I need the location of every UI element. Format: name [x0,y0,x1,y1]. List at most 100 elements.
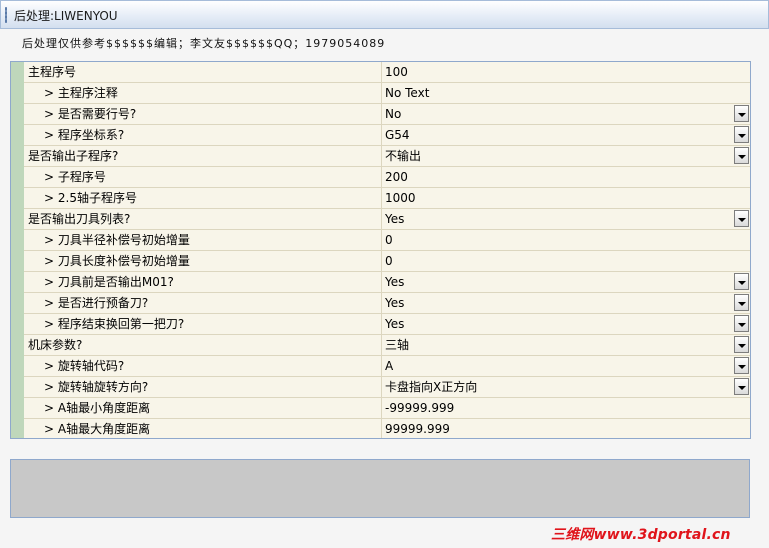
drag-grip-icon[interactable] [5,7,7,23]
row-gutter [11,146,24,167]
property-name-cell[interactable]: 机床参数? [24,335,382,355]
property-value: 0 [385,233,393,247]
property-name-cell[interactable]: > 是否需要行号? [24,104,382,124]
property-name: 机床参数? [28,338,83,352]
property-value-select[interactable]: Yes [382,209,750,229]
property-row[interactable]: > 2.5轴子程序号 1000 [11,188,750,209]
property-value: 1000 [385,191,416,205]
property-name-cell[interactable]: > 刀具半径补偿号初始增量 [24,230,382,250]
property-value-input[interactable]: -99999.999 [382,398,750,418]
property-name: > 旋转轴旋转方向? [44,380,149,394]
property-row[interactable]: > 主程序注释 No Text [11,83,750,104]
row-gutter [11,377,24,398]
property-value: 100 [385,65,408,79]
property-row[interactable]: > 刀具半径补偿号初始增量 0 [11,230,750,251]
property-row[interactable]: > 刀具前是否输出M01? Yes [11,272,750,293]
row-gutter [11,230,24,251]
property-name: > A轴最小角度距离 [44,401,151,415]
property-name: > 2.5轴子程序号 [44,191,137,205]
property-name-cell[interactable]: > A轴最小角度距离 [24,398,382,418]
property-name: 主程序号 [28,65,77,79]
dropdown-arrow-icon[interactable] [734,336,749,353]
watermark: 三维网www.3dportal.cn [551,527,731,543]
property-row[interactable]: > 旋转轴代码? A [11,356,750,377]
property-name-cell[interactable]: > 旋转轴旋转方向? [24,377,382,397]
property-row[interactable]: > 旋转轴旋转方向? 卡盘指向X正方向 [11,377,750,398]
dropdown-arrow-icon[interactable] [734,273,749,290]
property-name-cell[interactable]: 主程序号 [24,62,382,82]
property-value-select[interactable]: 卡盘指向X正方向 [382,377,750,397]
row-gutter [11,104,24,125]
property-value-input[interactable]: 200 [382,167,750,187]
dropdown-arrow-icon[interactable] [734,294,749,311]
property-value-input[interactable]: 0 [382,251,750,271]
property-value: Yes [385,275,405,289]
property-row[interactable]: 是否输出子程序? 不输出 [11,146,750,167]
row-gutter [11,251,24,272]
row-gutter [11,293,24,314]
header-note: 后处理仅供参考$$$$$$编辑；李文友$$$$$$QQ；1979054089 [22,37,386,50]
row-gutter [11,419,24,438]
property-value: A [385,359,394,373]
property-value-select[interactable]: A [382,356,750,376]
property-value: 不输出 [385,149,422,163]
property-name-cell[interactable]: > 程序结束换回第一把刀? [24,314,382,334]
property-value-select[interactable]: 三轴 [382,335,750,355]
row-gutter [11,398,24,419]
property-value: 99999.999 [385,422,450,436]
row-gutter [11,314,24,335]
property-name-cell[interactable]: > A轴最大角度距离 [24,419,382,438]
property-value-select[interactable]: G54 [382,125,750,145]
property-row[interactable]: > A轴最小角度距离 -99999.999 [11,398,750,419]
row-gutter [11,125,24,146]
property-value: 200 [385,170,408,184]
property-value-select[interactable]: 不输出 [382,146,750,166]
dropdown-arrow-icon[interactable] [734,357,749,374]
property-value-select[interactable]: Yes [382,272,750,292]
property-row[interactable]: > 程序坐标系? G54 [11,125,750,146]
property-name: > 是否需要行号? [44,107,137,121]
property-name: > 刀具长度补偿号初始增量 [44,254,190,268]
window-titlebar: 后处理:LIWENYOU [0,0,769,29]
property-name: > 刀具半径补偿号初始增量 [44,233,190,247]
property-name-cell[interactable]: > 旋转轴代码? [24,356,382,376]
dropdown-arrow-icon[interactable] [734,315,749,332]
property-row[interactable]: 主程序号 100 [11,62,750,83]
property-row[interactable]: > 刀具长度补偿号初始增量 0 [11,251,750,272]
property-row[interactable]: 机床参数? 三轴 [11,335,750,356]
dropdown-arrow-icon[interactable] [734,126,749,143]
property-name-cell[interactable]: > 刀具前是否输出M01? [24,272,382,292]
property-name-cell[interactable]: > 程序坐标系? [24,125,382,145]
property-name-cell[interactable]: > 子程序号 [24,167,382,187]
dropdown-arrow-icon[interactable] [734,210,749,227]
property-value-select[interactable]: Yes [382,314,750,334]
property-row[interactable]: > 是否需要行号? No [11,104,750,125]
property-name-cell[interactable]: > 是否进行预备刀? [24,293,382,313]
property-value-input[interactable]: No Text [382,83,750,103]
property-name-cell[interactable]: 是否输出刀具列表? [24,209,382,229]
property-row[interactable]: 是否输出刀具列表? Yes [11,209,750,230]
property-name: 是否输出子程序? [28,149,119,163]
row-gutter [11,335,24,356]
property-value-input[interactable]: 100 [382,62,750,82]
property-row[interactable]: > 子程序号 200 [11,167,750,188]
property-value: 0 [385,254,393,268]
property-value-input[interactable]: 99999.999 [382,419,750,438]
property-value-input[interactable]: 1000 [382,188,750,208]
property-value-select[interactable]: Yes [382,293,750,313]
property-name-cell[interactable]: > 主程序注释 [24,83,382,103]
property-row[interactable]: > 是否进行预备刀? Yes [11,293,750,314]
property-name-cell[interactable]: > 2.5轴子程序号 [24,188,382,208]
property-value: Yes [385,317,405,331]
property-row[interactable]: > A轴最大角度距离 99999.999 [11,419,750,438]
dropdown-arrow-icon[interactable] [734,147,749,164]
property-value-input[interactable]: 0 [382,230,750,250]
property-name-cell[interactable]: > 刀具长度补偿号初始增量 [24,251,382,271]
property-name: > 旋转轴代码? [44,359,125,373]
dropdown-arrow-icon[interactable] [734,105,749,122]
property-row[interactable]: > 程序结束换回第一把刀? Yes [11,314,750,335]
property-value-select[interactable]: No [382,104,750,124]
property-name-cell[interactable]: 是否输出子程序? [24,146,382,166]
property-value: No Text [385,86,430,100]
dropdown-arrow-icon[interactable] [734,378,749,395]
